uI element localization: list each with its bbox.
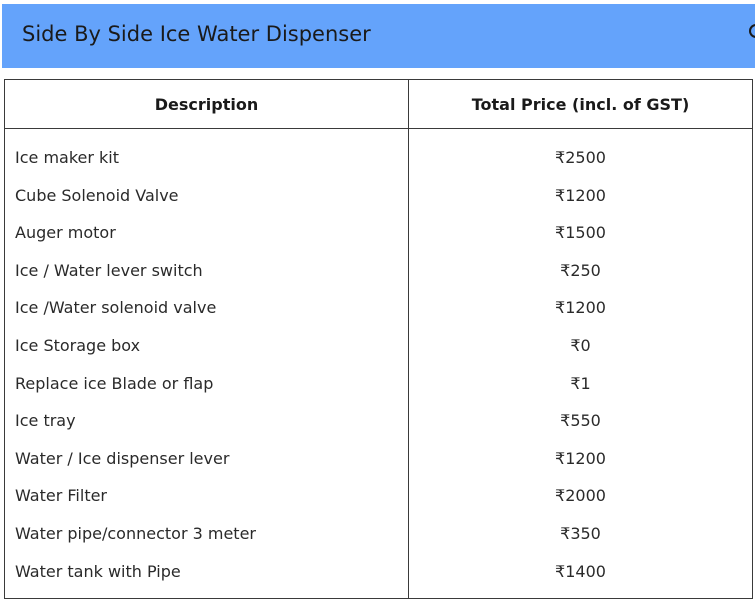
table-header: Description Total Price (incl. of GST)	[5, 80, 752, 129]
price-cell: ₹2500	[555, 148, 606, 167]
description-cell: Auger motor	[15, 223, 116, 243]
table-row: Ice / Water lever switch ₹250	[5, 253, 752, 291]
section-header: Side By Side Ice Water Dispenser	[2, 4, 755, 68]
table-row: Water pipe/connector 3 meter ₹350	[5, 516, 752, 554]
partial-icon	[749, 24, 755, 38]
table-row: Ice tray ₹550	[5, 403, 752, 441]
price-cell: ₹1200	[555, 448, 606, 468]
description-cell: Replace ice Blade or flap	[15, 373, 214, 393]
table-row: Ice maker kit ₹2500	[5, 140, 752, 178]
description-cell: Water Filter	[15, 486, 108, 506]
description-cell: Water tank with Pipe	[15, 561, 181, 581]
price-cell: ₹350	[560, 523, 601, 543]
price-cell: ₹1200	[555, 185, 606, 205]
description-cell: Ice Storage box	[15, 335, 141, 355]
table-row: Cube Solenoid Valve ₹1200	[5, 178, 752, 216]
column-header-price: Total Price (incl. of GST)	[471, 95, 690, 114]
price-table: Description Total Price (incl. of GST) I…	[4, 79, 753, 599]
table-row: Water Filter ₹2000	[5, 478, 752, 516]
price-cell: ₹2000	[555, 486, 606, 506]
price-cell: ₹1	[570, 373, 591, 393]
description-cell: Water pipe/connector 3 meter	[15, 523, 256, 543]
page-title: Side By Side Ice Water Dispenser	[22, 22, 371, 46]
description-cell: Ice / Water lever switch	[15, 260, 203, 280]
table-row: Auger motor ₹1500	[5, 215, 752, 253]
table-row: Ice /Water solenoid valve ₹1200	[5, 290, 752, 328]
table-row: Ice Storage box ₹0	[5, 328, 752, 366]
price-cell: ₹1400	[555, 561, 606, 581]
table-body: Ice maker kit ₹2500 Cube Solenoid Valve …	[5, 129, 752, 591]
column-header-description: Description	[154, 95, 259, 114]
description-cell: Cube Solenoid Valve	[15, 185, 179, 205]
table-row: Water / Ice dispenser lever ₹1200	[5, 441, 752, 479]
description-cell: Water / Ice dispenser lever	[15, 448, 230, 468]
price-cell: ₹550	[560, 411, 601, 431]
description-cell: Ice maker kit	[15, 148, 120, 167]
price-cell: ₹0	[570, 335, 591, 355]
table-row: Water tank with Pipe ₹1400	[5, 554, 752, 592]
price-cell: ₹250	[560, 260, 601, 280]
table-row: Replace ice Blade or flap ₹1	[5, 366, 752, 404]
description-cell: Ice /Water solenoid valve	[15, 298, 217, 318]
price-cell: ₹1200	[555, 298, 606, 318]
description-cell: Ice tray	[15, 411, 76, 431]
price-cell: ₹1500	[555, 223, 606, 243]
